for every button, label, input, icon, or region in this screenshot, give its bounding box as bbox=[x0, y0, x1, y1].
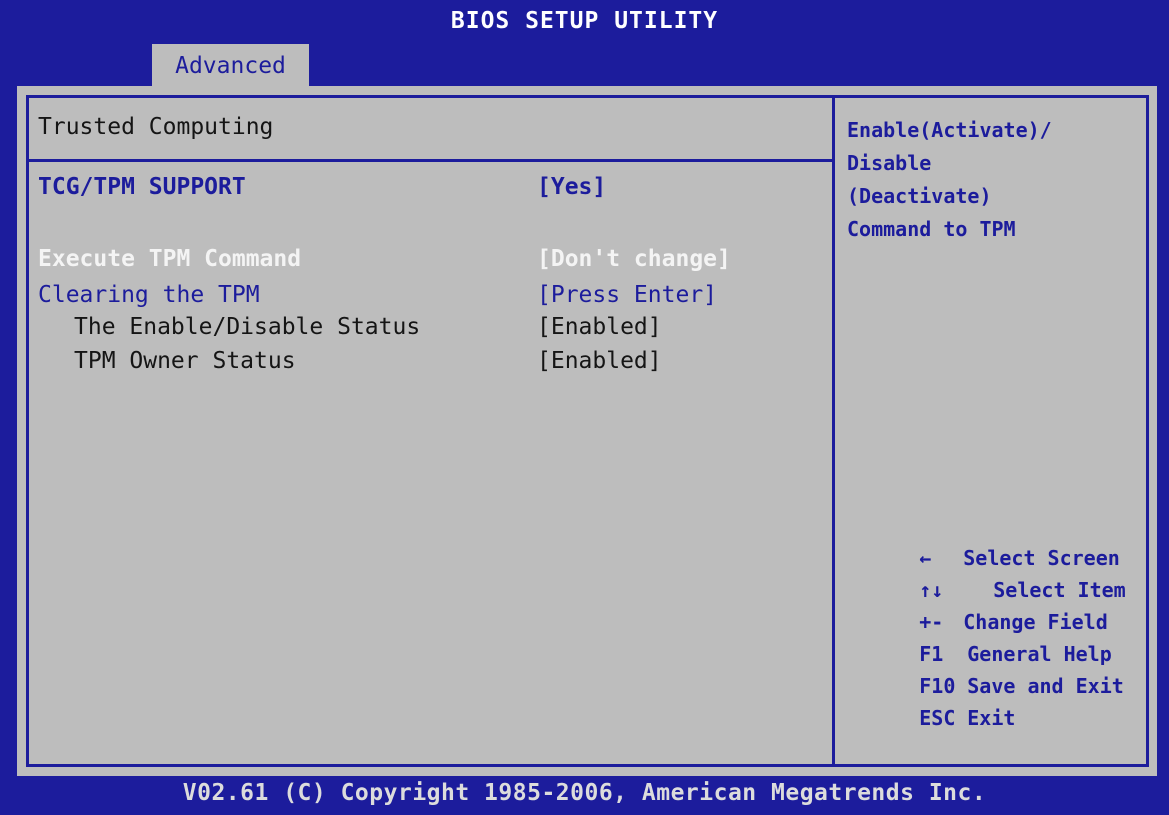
key-change-field: +- Change Field bbox=[847, 574, 1147, 634]
copyright-footer: V02.61 (C) Copyright 1985-2006, American… bbox=[182, 780, 987, 806]
status-label: TPM Owner Status bbox=[74, 348, 296, 374]
status-label: The Enable/Disable Status bbox=[74, 314, 421, 340]
main-panel: Trusted Computing TCG/TPM SUPPORT [Yes] … bbox=[17, 86, 1157, 776]
help-line: Command to TPM bbox=[847, 217, 1016, 241]
setting-value[interactable]: [Yes] bbox=[537, 174, 606, 200]
help-text: Enable(Activate)/ Disable (Deactivate) C… bbox=[847, 114, 1147, 246]
status-enable-disable: The Enable/Disable Status [Enabled] bbox=[38, 314, 818, 348]
key-select-item: ↑↓ Select Item bbox=[847, 542, 1147, 602]
setting-clearing-the-tpm[interactable]: Clearing the TPM [Press Enter] bbox=[38, 282, 818, 316]
setting-label: Execute TPM Command bbox=[38, 246, 302, 272]
setting-execute-tpm-command[interactable]: Execute TPM Command [Don't change] bbox=[38, 246, 818, 280]
section-title: Trusted Computing bbox=[38, 114, 274, 140]
key-label: ESC bbox=[919, 706, 956, 730]
status-value: [Enabled] bbox=[537, 314, 662, 340]
setting-value[interactable]: [Press Enter] bbox=[537, 282, 717, 308]
key-legend: ← Select Screen ↑↓ Select Item +- Change Fi… bbox=[847, 510, 1147, 730]
setting-label: Clearing the TPM bbox=[38, 282, 260, 308]
key-exit: ESC Exit bbox=[847, 670, 1147, 730]
key-general-help: F1 General Help bbox=[847, 606, 1147, 666]
key-select-screen: ← Select Screen bbox=[847, 510, 1147, 570]
vertical-divider bbox=[832, 95, 835, 767]
key-desc: Exit bbox=[967, 706, 1016, 730]
section-divider bbox=[29, 159, 832, 162]
setting-label: TCG/TPM SUPPORT bbox=[38, 174, 246, 200]
help-line: Enable(Activate)/ bbox=[847, 118, 1052, 142]
help-line: (Deactivate) bbox=[847, 184, 992, 208]
status-tpm-owner: TPM Owner Status [Enabled] bbox=[38, 348, 818, 382]
key-save-exit: F10 Save and Exit bbox=[847, 638, 1147, 698]
status-value: [Enabled] bbox=[537, 348, 662, 374]
bios-title: BIOS SETUP UTILITY bbox=[450, 8, 719, 34]
setting-tcg-tpm-support[interactable]: TCG/TPM SUPPORT [Yes] bbox=[38, 174, 818, 208]
help-line: Disable bbox=[847, 151, 932, 175]
setting-value[interactable]: [Don't change] bbox=[537, 246, 731, 272]
tab-advanced[interactable]: Advanced bbox=[152, 44, 309, 88]
